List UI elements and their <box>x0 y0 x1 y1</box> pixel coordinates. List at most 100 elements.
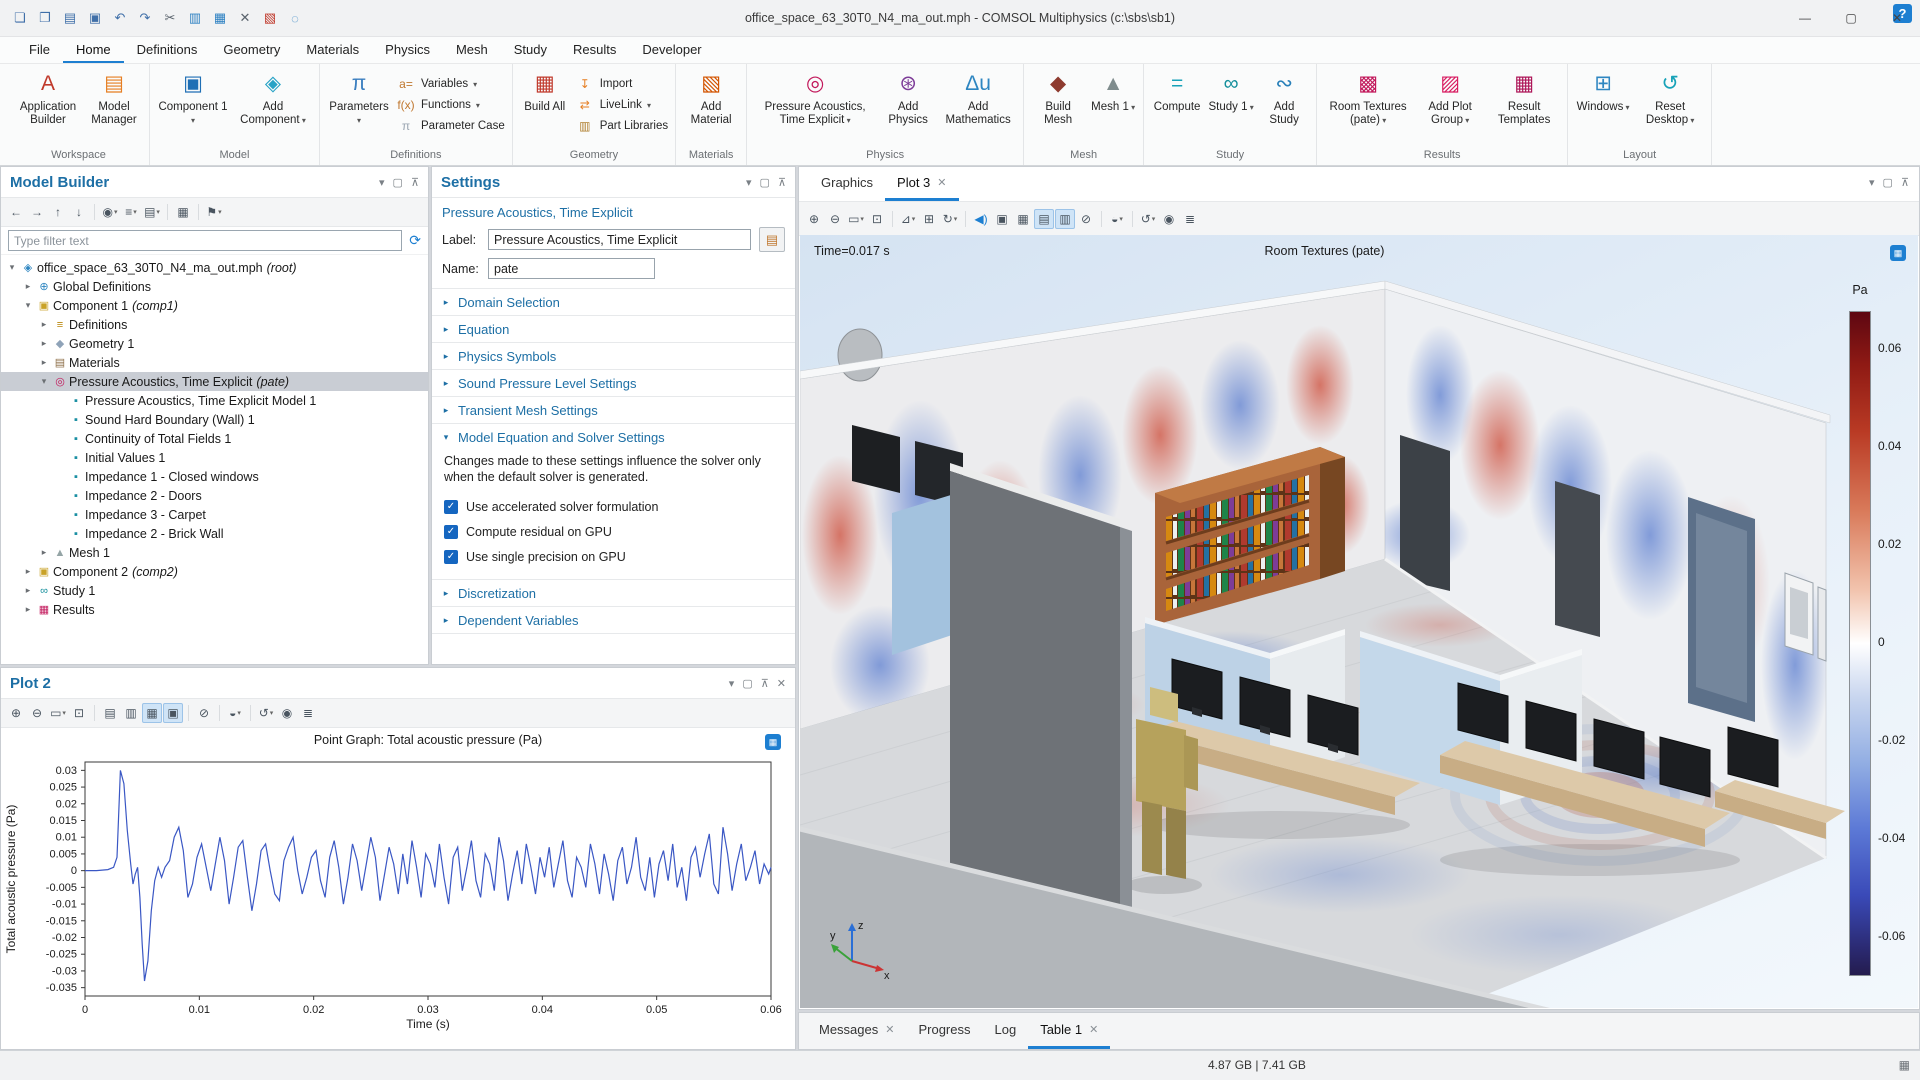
ribbon-windows-button[interactable]: ⊞ Windows ▾ <box>1575 66 1631 114</box>
update-plot-icon[interactable]: ↺ ▾ <box>256 703 276 723</box>
ribbon-add-physics-button[interactable]: ⊛ Add Physics <box>881 66 935 127</box>
zoom-in-icon[interactable]: ⊕ <box>6 703 26 723</box>
tree-expander-icon[interactable]: ▸ <box>21 585 35 596</box>
tab-graphics[interactable]: Graphics <box>809 167 885 201</box>
material-rendering-icon[interactable]: ▥ <box>1055 208 1075 229</box>
filter-input[interactable] <box>8 230 403 251</box>
zoom-in-icon[interactable]: ⊕ <box>804 209 824 229</box>
ribbon-add-mathematics-button[interactable]: Δu Add Mathematics <box>940 66 1016 127</box>
name-input[interactable] <box>488 258 655 279</box>
tree-expander-icon[interactable]: ▸ <box>37 357 51 368</box>
ribbon-component-1-button[interactable]: ▣ Component 1 ▾ <box>157 66 229 127</box>
tree-expander-icon[interactable]: ▸ <box>21 604 35 615</box>
panel-pin-icon[interactable]: ⊼ <box>411 176 419 189</box>
ribbon-room-textures-pate-button[interactable]: ▩ Room Textures (pate) ▾ <box>1324 66 1412 127</box>
close-icon[interactable]: ✕ <box>885 1023 894 1036</box>
tree-item-component-1[interactable]: ▾ ▣ Component 1 (comp1) <box>1 296 428 315</box>
tree-item-mesh-1[interactable]: ▸ ▲ Mesh 1 <box>1 543 428 562</box>
menu-tab-home[interactable]: Home <box>62 37 124 63</box>
move-down-icon[interactable]: ↓ <box>69 202 89 222</box>
panel-pin-icon[interactable]: ⊼ <box>778 176 786 189</box>
ribbon-add-plot-group-button[interactable]: ▨ Add Plot Group ▾ <box>1417 66 1483 127</box>
color-theme-icon[interactable]: ◒ ▾ <box>1107 209 1127 229</box>
tree-item-definitions[interactable]: ▸ ≡ Definitions <box>1 315 428 334</box>
panel-float-icon[interactable]: ▢ <box>742 677 752 690</box>
menu-tab-file[interactable]: File <box>16 37 63 63</box>
section-header-sound-pressure-level-settings[interactable]: ▸ Sound Pressure Level Settings <box>432 370 795 396</box>
ribbon-study-1-button[interactable]: ∞ Study 1 ▾ <box>1208 66 1254 114</box>
menu-tab-developer[interactable]: Developer <box>629 37 714 63</box>
view-axes-icon[interactable]: ⊞ <box>919 209 939 229</box>
ribbon-pressure-acoustics-time-explicit-button[interactable]: ◎ Pressure Acoustics, Time Explicit ▾ <box>754 66 876 127</box>
color-theme-icon[interactable]: ◒ ▾ <box>225 703 245 723</box>
snapshot-icon[interactable]: ▣ <box>992 209 1012 229</box>
model-tree-settings-icon[interactable]: ▤ ▾ <box>142 202 162 222</box>
section-header-transient-mesh-settings[interactable]: ▸ Transient Mesh Settings <box>432 397 795 423</box>
tree-item-materials[interactable]: ▸ ▤ Materials <box>1 353 428 372</box>
save-icon[interactable]: ▤ <box>58 6 82 30</box>
ribbon-compute-button[interactable]: = Compute <box>1151 66 1203 114</box>
image-snapshot-icon[interactable]: ◉ <box>277 703 297 723</box>
undo-icon[interactable]: ↶ <box>108 6 132 30</box>
menu-tab-study[interactable]: Study <box>501 37 560 63</box>
checkbox-use-accelerated-solver-formulation[interactable]: ✓ <box>444 499 458 514</box>
tree-expander-icon[interactable]: ▾ <box>37 376 51 387</box>
tree-item-sound-hard-boundary-wall-1[interactable]: ▪ Sound Hard Boundary (Wall) 1 <box>1 410 428 429</box>
ribbon-add-material-button[interactable]: ▧ Add Material <box>683 66 739 127</box>
go-back-icon[interactable]: ← <box>6 202 26 222</box>
tree-expander-icon[interactable]: ▸ <box>37 338 51 349</box>
ribbon-mesh-1-button[interactable]: ▲ Mesh 1 ▾ <box>1090 66 1136 114</box>
tree-item-impedance-2-brick-wall[interactable]: ▪ Impedance 2 - Brick Wall <box>1 524 428 543</box>
plot-properties-icon[interactable]: ▦ <box>765 734 781 750</box>
environment-reflections-icon[interactable]: ▤ <box>1034 208 1054 229</box>
close-button[interactable]: ✕ <box>1874 0 1920 36</box>
node-grouping-icon[interactable]: ▦ <box>173 202 193 222</box>
tree-item-impedance-3-carpet[interactable]: ▪ Impedance 3 - Carpet <box>1 505 428 524</box>
show-options-icon[interactable]: ◉ ▾ <box>100 202 120 222</box>
checkbox-compute-residual-on-gpu[interactable]: ✓ <box>444 524 458 539</box>
minimize-button[interactable]: — <box>1782 0 1828 36</box>
tab-table-1[interactable]: Table 1 ✕ <box>1028 1013 1111 1049</box>
play-sound-icon[interactable]: ◀) <box>971 209 991 229</box>
collapse-tree-icon[interactable]: ≡ ▾ <box>121 202 141 222</box>
y-log-icon[interactable]: ▤ <box>100 703 120 723</box>
grid-icon[interactable]: ▦ <box>1013 209 1033 229</box>
ribbon-livelink-button[interactable]: ⇄ LiveLink ▾ <box>575 95 668 115</box>
tree-item-initial-values-1[interactable]: ▪ Initial Values 1 <box>1 448 428 467</box>
paste-icon[interactable]: ▦ <box>208 6 232 30</box>
ribbon-model-manager-button[interactable]: ▤ Model Manager <box>86 66 142 127</box>
label-input[interactable] <box>488 229 751 250</box>
tree-expander-icon[interactable]: ▸ <box>21 281 35 292</box>
ribbon-reset-desktop-button[interactable]: ↺ Reset Desktop ▾ <box>1636 66 1704 127</box>
move-up-icon[interactable]: ↑ <box>48 202 68 222</box>
ribbon-import-button[interactable]: ↧ Import <box>575 74 668 94</box>
zoom-extents-icon[interactable]: ⊡ <box>867 209 887 229</box>
search-icon[interactable]: ◌ <box>283 6 307 30</box>
rename-button[interactable]: ▤ <box>759 227 785 252</box>
tree-expander-icon[interactable]: ▸ <box>37 319 51 330</box>
ribbon-result-templates-button[interactable]: ▦ Result Templates <box>1488 66 1560 127</box>
tree-expander-icon[interactable]: ▾ <box>21 300 35 311</box>
zoom-extents-icon[interactable]: ⊡ <box>69 703 89 723</box>
image-snapshot-icon[interactable]: ◉ <box>1159 209 1179 229</box>
zoom-box-icon[interactable]: ▭ ▾ <box>48 703 68 723</box>
legend-icon[interactable]: ▣ <box>163 703 183 723</box>
close-icon[interactable]: ✕ <box>937 176 946 189</box>
panel-menu-icon[interactable]: ▾ <box>379 176 385 189</box>
tree-item-pressure-acoustics-time-explicit[interactable]: ▾ ◎ Pressure Acoustics, Time Explicit (pate… <box>1 372 428 391</box>
tab-plot-3[interactable]: Plot 3 ✕ <box>885 167 959 201</box>
tree-item-pressure-acoustics-time-explicit-model-1[interactable]: ▪ Pressure Acoustics, Time Explicit Model… <box>1 391 428 410</box>
tree-item-component-2[interactable]: ▸ ▣ Component 2 (comp2) <box>1 562 428 581</box>
filter-refresh-icon[interactable]: ⟳ <box>409 232 421 249</box>
menu-tab-materials[interactable]: Materials <box>293 37 372 63</box>
maximize-button[interactable]: ▢ <box>1828 0 1874 36</box>
panel-pin-icon[interactable]: ⊼ <box>1901 176 1909 189</box>
delete-icon[interactable]: ✕ <box>233 6 257 30</box>
panel-menu-icon[interactable]: ▾ <box>746 176 752 189</box>
tree-item-office-space-63-30t0-n4-ma-out-mph[interactable]: ▾ ◈ office_space_63_30T0_N4_ma_out.mph (roo… <box>1 258 428 277</box>
go-to-view-icon[interactable]: ⊿ ▾ <box>898 209 918 229</box>
menu-tab-geometry[interactable]: Geometry <box>210 37 293 63</box>
ribbon-functions-button[interactable]: f(x) Functions ▾ <box>396 95 505 115</box>
section-header-model-equation-and-solver-settings[interactable]: ▾ Model Equation and Solver Settings <box>432 424 795 450</box>
redo-icon[interactable]: ↷ <box>133 6 157 30</box>
